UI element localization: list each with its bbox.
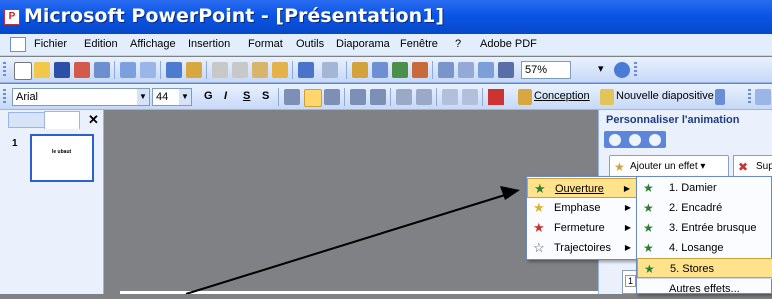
effect-type-menu: ★ Ouverture ▶ ★ Emphase ▶ ★ Fermeture ▶ … xyxy=(526,176,638,260)
outline-star-icon: ☆ xyxy=(533,240,545,255)
chevron-right-icon: ▶ xyxy=(624,223,631,232)
green-star-icon: ★ xyxy=(643,181,654,195)
star-icon: ★ xyxy=(614,160,625,174)
chevron-right-icon: ▶ xyxy=(623,184,630,193)
add-effect-label: Ajouter un effet ▾ xyxy=(630,161,706,172)
green-star-icon: ★ xyxy=(643,241,654,255)
menu-item-fermeture[interactable]: ★ Fermeture ▶ xyxy=(527,218,637,238)
remove-icon: ✖ xyxy=(738,160,749,174)
forward-icon[interactable] xyxy=(629,134,641,146)
menu-item-trajectoires[interactable]: ☆ Trajectoires ▶ xyxy=(527,238,637,258)
remove-label: Supp xyxy=(756,161,772,172)
menu-item-losange[interactable]: ★ 4. Losange xyxy=(637,238,772,258)
menu-item-damier[interactable]: ★ 1. Damier xyxy=(637,178,772,198)
task-pane-nav xyxy=(604,131,666,148)
list-order: 1 xyxy=(625,275,637,287)
green-star-icon: ★ xyxy=(643,221,654,235)
entrance-effects-menu: ★ 1. Damier ★ 2. Encadré ★ 3. Entrée bru… xyxy=(636,176,772,295)
red-star-icon: ★ xyxy=(533,220,545,235)
menu-item-autres-effets[interactable]: Autres effets... xyxy=(637,278,772,299)
green-star-icon: ★ xyxy=(534,181,546,196)
chevron-right-icon: ▶ xyxy=(624,203,631,212)
home-icon[interactable] xyxy=(649,134,661,146)
chevron-right-icon: ▶ xyxy=(624,243,631,252)
menu-item-emphase[interactable]: ★ Emphase ▶ xyxy=(527,198,637,218)
back-icon[interactable] xyxy=(609,134,621,146)
menu-item-encadre[interactable]: ★ 2. Encadré xyxy=(637,198,772,218)
menu-item-entree-brusque[interactable]: ★ 3. Entrée brusque xyxy=(637,218,772,238)
menu-item-ouverture[interactable]: ★ Ouverture ▶ xyxy=(527,178,637,198)
green-star-icon: ★ xyxy=(644,262,655,276)
green-star-icon: ★ xyxy=(643,201,654,215)
menu-item-stores[interactable]: ★ 5. Stores xyxy=(637,258,772,278)
yellow-star-icon: ★ xyxy=(533,200,545,215)
task-pane-title: Personnaliser l'animation xyxy=(606,114,740,126)
